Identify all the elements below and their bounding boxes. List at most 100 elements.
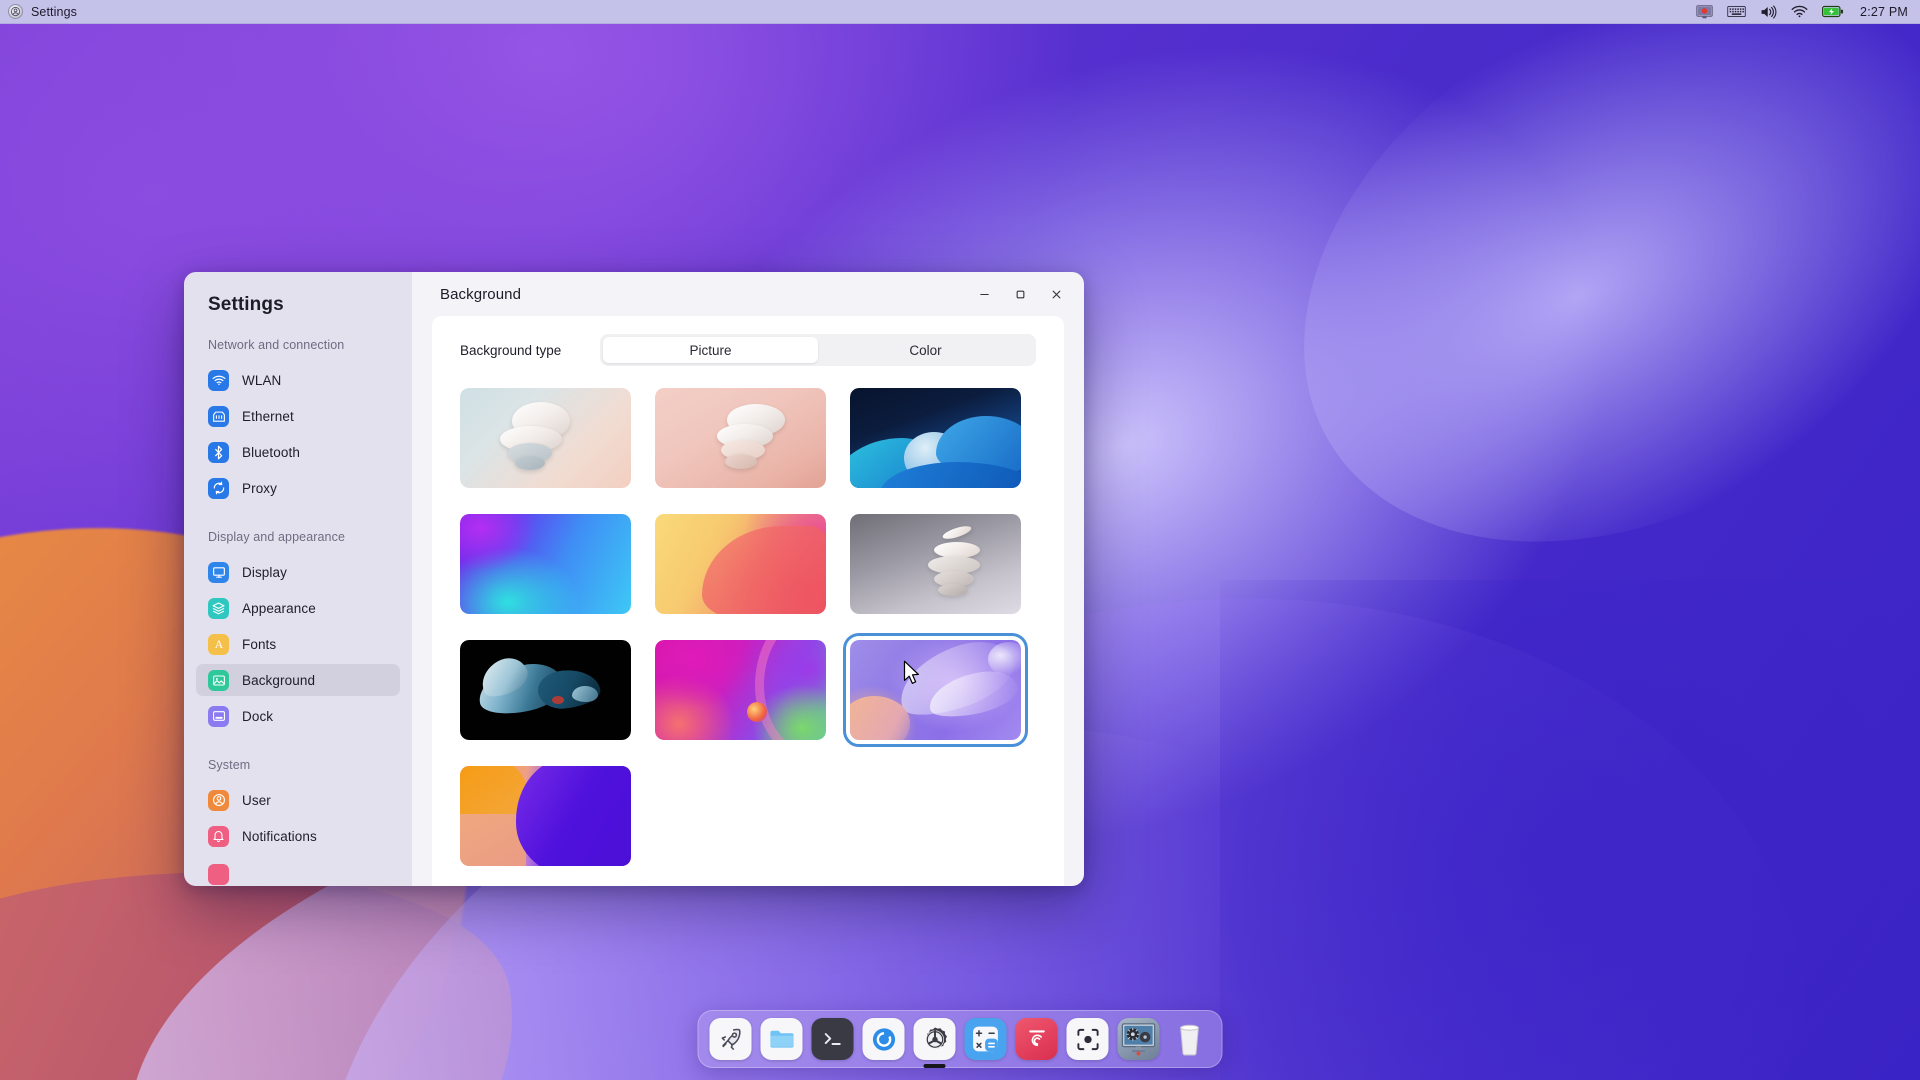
- sidebar-item-label: Ethernet: [242, 408, 294, 424]
- wallpaper-thumb: [460, 514, 631, 614]
- top-bar: Settings 2:27 PM: [0, 0, 1920, 24]
- wifi-icon: [208, 369, 229, 391]
- sidebar-item-background[interactable]: Background: [196, 664, 400, 696]
- sidebar-item-display[interactable]: Display: [196, 556, 400, 588]
- wallpaper-dark-corner: [1220, 580, 1920, 1080]
- wallpaper-stone-pink[interactable]: [655, 388, 826, 488]
- background-type-label: Background type: [460, 342, 562, 358]
- settings-main-pane: Background Background type Picture Color: [412, 272, 1084, 886]
- sidebar-item-proxy[interactable]: Proxy: [196, 472, 400, 504]
- sidebar-item-wlan[interactable]: WLAN: [196, 364, 400, 396]
- maximize-button[interactable]: [1006, 280, 1034, 308]
- wifi-icon[interactable]: [1791, 0, 1808, 24]
- background-settings-content: Background type Picture Color: [432, 316, 1064, 886]
- wallpaper-thumb: [460, 766, 631, 866]
- dock: [697, 1010, 1223, 1068]
- sidebar-item-label: Dock: [242, 708, 274, 724]
- system-tray: 2:27 PM: [1696, 0, 1920, 24]
- background-type-row: Background type Picture Color: [460, 334, 1036, 366]
- wallpaper-purple-cyan[interactable]: [460, 514, 631, 614]
- dune-ridge: [702, 526, 826, 614]
- screen-record-icon[interactable]: [1696, 0, 1713, 24]
- settings-icon[interactable]: [913, 1018, 956, 1068]
- sidebar-item-label: User: [242, 792, 271, 808]
- tab-color[interactable]: Color: [818, 337, 1033, 363]
- sidebar-item-fonts[interactable]: A Fonts: [196, 628, 400, 660]
- wallpaper-dune[interactable]: [655, 514, 826, 614]
- ethernet-icon: [208, 405, 229, 427]
- sidebar-item-label: Fonts: [242, 636, 277, 652]
- bell-icon: [208, 825, 229, 847]
- running-indicator: [923, 1064, 946, 1068]
- media-icon[interactable]: [1117, 1018, 1160, 1060]
- calculator-icon[interactable]: [964, 1018, 1007, 1060]
- wallpaper-betta-fish[interactable]: [460, 640, 631, 740]
- display-icon: [208, 561, 229, 583]
- wallpaper-thumb: [655, 514, 826, 614]
- wallpaper-thumb: [850, 640, 1021, 740]
- background-icon: [208, 669, 229, 691]
- window-header: Background: [412, 272, 1084, 316]
- sidebar-item-dock[interactable]: Dock: [196, 700, 400, 732]
- sidebar-item-ethernet[interactable]: Ethernet: [196, 400, 400, 432]
- terminal-icon[interactable]: [811, 1018, 854, 1060]
- settings-sidebar: Settings Network and connection WLAN Eth…: [184, 272, 412, 886]
- background-type-segmented-control: Picture Color: [600, 334, 1036, 366]
- fonts-icon: A: [208, 633, 229, 655]
- wallpaper-thumb: [460, 640, 631, 740]
- sidebar-item-partial-cutoff[interactable]: [196, 858, 400, 886]
- wallpaper-thumb: [655, 640, 826, 740]
- page-title: Background: [440, 285, 522, 303]
- wallpaper-purple-aurora[interactable]: [843, 633, 1028, 747]
- dock-icon: [208, 705, 229, 727]
- sidebar-item-label: WLAN: [242, 372, 282, 388]
- sidebar-item-label: Notifications: [242, 828, 317, 844]
- settings-window: Settings Network and connection WLAN Eth…: [184, 272, 1084, 886]
- clock[interactable]: 2:27 PM: [1860, 5, 1908, 19]
- browser-icon[interactable]: [862, 1018, 905, 1060]
- minimize-button[interactable]: [970, 280, 998, 308]
- wallpaper-thumb: [460, 388, 631, 488]
- sidebar-group-display-label: Display and appearance: [208, 530, 346, 544]
- wallpaper-magenta-green[interactable]: [655, 640, 826, 740]
- wallpaper-wave-navy[interactable]: [850, 388, 1021, 488]
- sidebar-item-label: Appearance: [242, 600, 316, 616]
- partial-icon: [208, 863, 229, 885]
- wallpaper-thumb: [850, 514, 1021, 614]
- battery-charging-icon[interactable]: [1822, 0, 1844, 24]
- wallpaper-thumb: [655, 388, 826, 488]
- trash-icon[interactable]: [1169, 1018, 1211, 1060]
- sidebar-item-appearance[interactable]: Appearance: [196, 592, 400, 624]
- sidebar-group-network-label: Network and connection: [208, 338, 345, 352]
- appearance-icon: [208, 597, 229, 619]
- window-controls: [970, 280, 1070, 308]
- sidebar-item-label: Proxy: [242, 480, 278, 496]
- sidebar-item-user[interactable]: User: [196, 784, 400, 816]
- files-icon[interactable]: [760, 1018, 803, 1060]
- sidebar-item-label: Background: [242, 672, 316, 688]
- wallpaper-thumb: [850, 388, 1021, 488]
- proxy-icon: [208, 477, 229, 499]
- sidebar-item-label: Display: [242, 564, 287, 580]
- close-button[interactable]: [1042, 280, 1070, 308]
- bluetooth-icon: [208, 441, 229, 463]
- user-icon: [208, 789, 229, 811]
- wallpaper-grid: [460, 388, 1036, 866]
- volume-icon[interactable]: [1760, 0, 1777, 24]
- sidebar-item-bluetooth[interactable]: Bluetooth: [196, 436, 400, 468]
- sidebar-group-system-label: System: [208, 758, 251, 772]
- screenshot-icon[interactable]: [1066, 1018, 1109, 1060]
- wallpaper-orange-purple[interactable]: [460, 766, 631, 866]
- sidebar-title: Settings: [208, 294, 284, 315]
- wallpaper-stone-blue[interactable]: [460, 388, 631, 488]
- launcher-icon[interactable]: [709, 1018, 752, 1060]
- mouse-cursor: [903, 660, 919, 684]
- sidebar-item-notifications[interactable]: Notifications: [196, 820, 400, 852]
- topbar-app-title: Settings: [31, 4, 77, 19]
- topbar-left: Settings: [0, 4, 77, 19]
- wallpaper-stone-grey[interactable]: [850, 514, 1021, 614]
- debian-icon[interactable]: [1015, 1018, 1058, 1060]
- svg-text:A: A: [214, 638, 223, 651]
- tab-picture[interactable]: Picture: [603, 337, 818, 363]
- keyboard-icon[interactable]: [1727, 0, 1746, 24]
